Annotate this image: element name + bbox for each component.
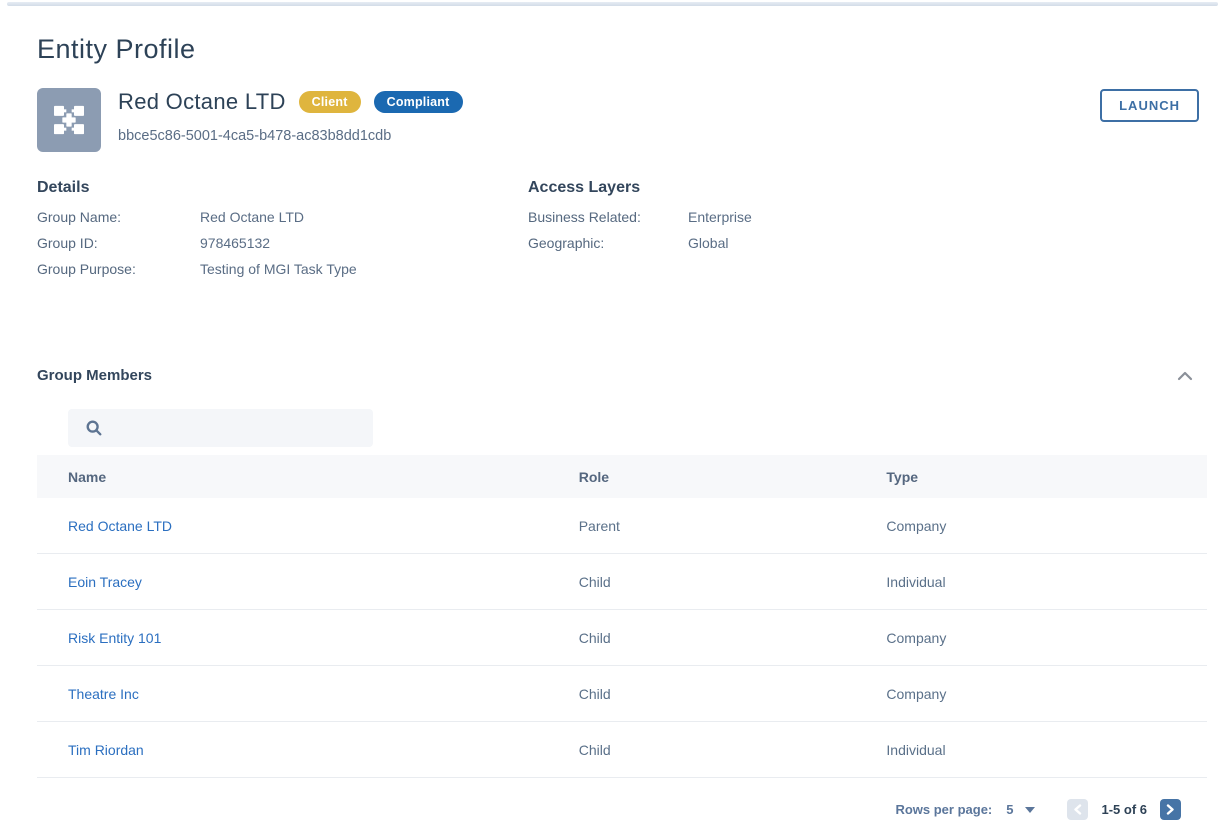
member-type: Company	[886, 630, 1207, 646]
details-grid: Details Group Name: Red Octane LTD Group…	[37, 179, 1207, 287]
client-badge: Client	[299, 91, 361, 113]
access-layers-section: Access Layers Business Related: Enterpri…	[528, 179, 1019, 287]
member-type: Individual	[886, 574, 1207, 590]
member-name-link[interactable]: Eoin Tracey	[68, 574, 142, 590]
members-table: Name Role Type Red Octane LTD Parent Com…	[37, 455, 1207, 778]
compliant-badge: Compliant	[374, 91, 463, 113]
member-role: Child	[579, 742, 887, 758]
entity-profile-page: Entity Profile Red Octane LTD Client Com…	[0, 0, 1225, 820]
member-role: Child	[579, 630, 887, 646]
table-header-row: Name Role Type	[37, 455, 1207, 498]
entity-header: Red Octane LTD Client Compliant bbce5c86…	[37, 88, 1207, 152]
member-role: Parent	[579, 518, 887, 534]
entity-uuid: bbce5c86-5001-4ca5-b478-ac83b8dd1cdb	[118, 128, 463, 144]
group-hierarchy-icon	[37, 88, 101, 152]
previous-page-button[interactable]	[1067, 799, 1088, 820]
group-members-section: Group Members Name Role Type Red Octane …	[37, 367, 1207, 820]
field-value: Red Octane LTD	[200, 209, 304, 225]
member-role: Child	[579, 686, 887, 702]
column-header-type: Type	[886, 469, 1207, 485]
field-label: Group Purpose:	[37, 261, 200, 277]
pagination-range: 1-5 of 6	[1101, 802, 1147, 817]
column-header-role: Role	[579, 469, 887, 485]
field-business-related: Business Related: Enterprise	[528, 209, 1019, 225]
rows-per-page-value[interactable]: 5	[1006, 802, 1013, 817]
details-section: Details Group Name: Red Octane LTD Group…	[37, 179, 528, 287]
table-row: Theatre Inc Child Company	[37, 666, 1207, 722]
field-group-purpose: Group Purpose: Testing of MGI Task Type	[37, 261, 528, 277]
field-label: Geographic:	[528, 235, 688, 251]
field-geographic: Geographic: Global	[528, 235, 1019, 251]
launch-button[interactable]: LAUNCH	[1100, 89, 1199, 122]
member-name-link[interactable]: Risk Entity 101	[68, 630, 161, 646]
field-label: Group Name:	[37, 209, 200, 225]
member-name-link[interactable]: Theatre Inc	[68, 686, 139, 702]
member-type: Company	[886, 518, 1207, 534]
collapse-section-button[interactable]	[1175, 369, 1195, 383]
field-value: Enterprise	[688, 209, 752, 225]
chevron-up-icon	[1177, 371, 1193, 381]
member-type: Individual	[886, 742, 1207, 758]
rows-per-page-label: Rows per page:	[895, 802, 992, 817]
member-name-link[interactable]: Red Octane LTD	[68, 518, 172, 534]
field-value: Testing of MGI Task Type	[200, 261, 357, 277]
field-label: Business Related:	[528, 209, 688, 225]
table-pagination: Rows per page: 5 1-5 of 6	[37, 799, 1207, 820]
member-type: Company	[886, 686, 1207, 702]
search-input[interactable]	[113, 420, 361, 436]
table-row: Red Octane LTD Parent Company	[37, 498, 1207, 554]
details-heading: Details	[37, 179, 528, 197]
member-role: Child	[579, 574, 887, 590]
field-group-id: Group ID: 978465132	[37, 235, 528, 251]
table-row: Eoin Tracey Child Individual	[37, 554, 1207, 610]
column-header-name: Name	[37, 469, 579, 485]
field-label: Group ID:	[37, 235, 200, 251]
search-icon	[85, 419, 103, 437]
chevron-left-icon	[1073, 804, 1082, 815]
access-layers-heading: Access Layers	[528, 179, 1019, 197]
members-search	[68, 409, 373, 447]
entity-name: Red Octane LTD	[118, 89, 286, 115]
field-value: 978465132	[200, 235, 270, 251]
chevron-right-icon	[1166, 804, 1175, 815]
table-row: Tim Riordan Child Individual	[37, 722, 1207, 778]
rows-per-page-dropdown-icon[interactable]	[1025, 807, 1035, 813]
group-members-heading: Group Members	[37, 367, 152, 384]
member-name-link[interactable]: Tim Riordan	[68, 742, 144, 758]
page-title: Entity Profile	[37, 34, 1207, 65]
field-group-name: Group Name: Red Octane LTD	[37, 209, 528, 225]
next-page-button[interactable]	[1160, 799, 1181, 820]
table-row: Risk Entity 101 Child Company	[37, 610, 1207, 666]
field-value: Global	[688, 235, 728, 251]
entity-info: Red Octane LTD Client Compliant bbce5c86…	[118, 88, 463, 152]
